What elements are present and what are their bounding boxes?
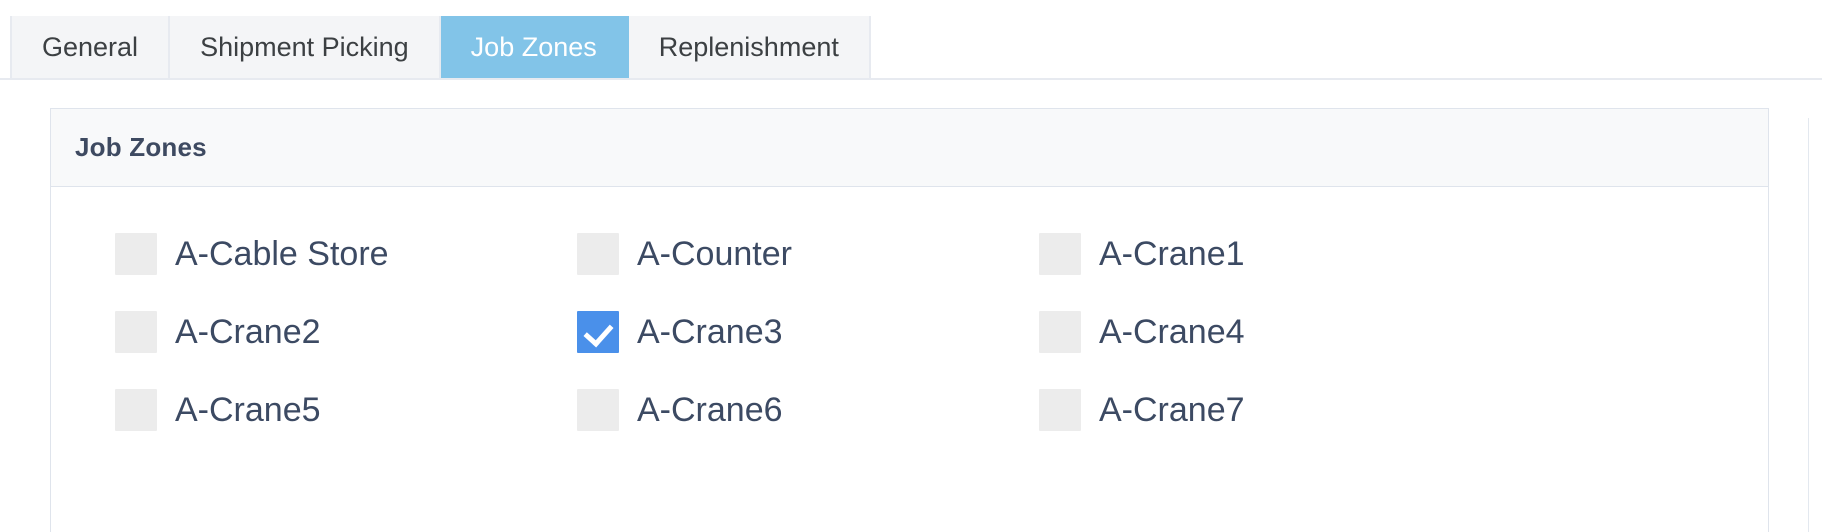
job-zone-checkbox-grid: A-Cable Store A-Counter A-Crane1 A-Crane2 A-… (51, 215, 1768, 449)
job-zones-screen: General Shipment Picking Job Zones Replenis… (0, 0, 1822, 532)
job-zone-item[interactable]: A-Crane2 (115, 293, 577, 371)
checkbox-unchecked-icon[interactable] (115, 389, 157, 431)
job-zone-item[interactable]: A-Crane4 (1039, 293, 1501, 371)
checkbox-unchecked-icon[interactable] (115, 233, 157, 275)
tab-shipment-picking[interactable]: Shipment Picking (170, 16, 441, 78)
job-zone-label: A-Crane2 (175, 312, 321, 351)
checkbox-unchecked-icon[interactable] (1039, 389, 1081, 431)
tab-label: General (42, 31, 139, 62)
job-zone-item[interactable]: A-Crane3 (577, 293, 1039, 371)
panel-header: Job Zones (51, 109, 1768, 187)
tab-strip: General Shipment Picking Job Zones Replenis… (0, 16, 1822, 80)
job-zone-label: A-Crane4 (1099, 312, 1245, 351)
checkbox-unchecked-icon[interactable] (1039, 311, 1081, 353)
job-zone-item[interactable]: A-Crane7 (1039, 371, 1501, 449)
tab-general[interactable]: General (10, 16, 171, 78)
container-right-border (1808, 118, 1809, 532)
checkbox-unchecked-icon[interactable] (1039, 233, 1081, 275)
checkbox-unchecked-icon[interactable] (115, 311, 157, 353)
checkbox-unchecked-icon[interactable] (577, 389, 619, 431)
checkbox-unchecked-icon[interactable] (577, 233, 619, 275)
tab-replenishment[interactable]: Replenishment (628, 16, 871, 78)
job-zone-label: A-Cable Store (175, 234, 389, 273)
job-zone-label: A-Crane7 (1099, 390, 1245, 429)
job-zone-label: A-Crane1 (1099, 234, 1245, 273)
checkbox-checked-icon[interactable] (577, 311, 619, 353)
job-zone-label: A-Crane3 (637, 312, 783, 351)
job-zone-label: A-Crane5 (175, 390, 321, 429)
job-zone-label: A-Crane6 (637, 390, 783, 429)
tab-list: General Shipment Picking Job Zones Replenis… (10, 16, 871, 78)
panel-title: Job Zones (75, 132, 207, 162)
tab-job-zones[interactable]: Job Zones (440, 16, 629, 78)
job-zone-item[interactable]: A-Counter (577, 215, 1039, 293)
tab-label: Job Zones (470, 31, 597, 62)
job-zones-panel: Job Zones A-Cable Store A-Counter A-Crane1… (50, 108, 1769, 532)
job-zone-item[interactable]: A-Cable Store (115, 215, 577, 293)
job-zone-item[interactable]: A-Crane6 (577, 371, 1039, 449)
tab-label: Shipment Picking (200, 31, 409, 62)
tab-label: Replenishment (658, 31, 839, 62)
job-zone-label: A-Counter (637, 234, 792, 273)
job-zone-item[interactable]: A-Crane5 (115, 371, 577, 449)
job-zone-item[interactable]: A-Crane1 (1039, 215, 1501, 293)
panel-body: A-Cable Store A-Counter A-Crane1 A-Crane2 A-… (51, 187, 1768, 449)
